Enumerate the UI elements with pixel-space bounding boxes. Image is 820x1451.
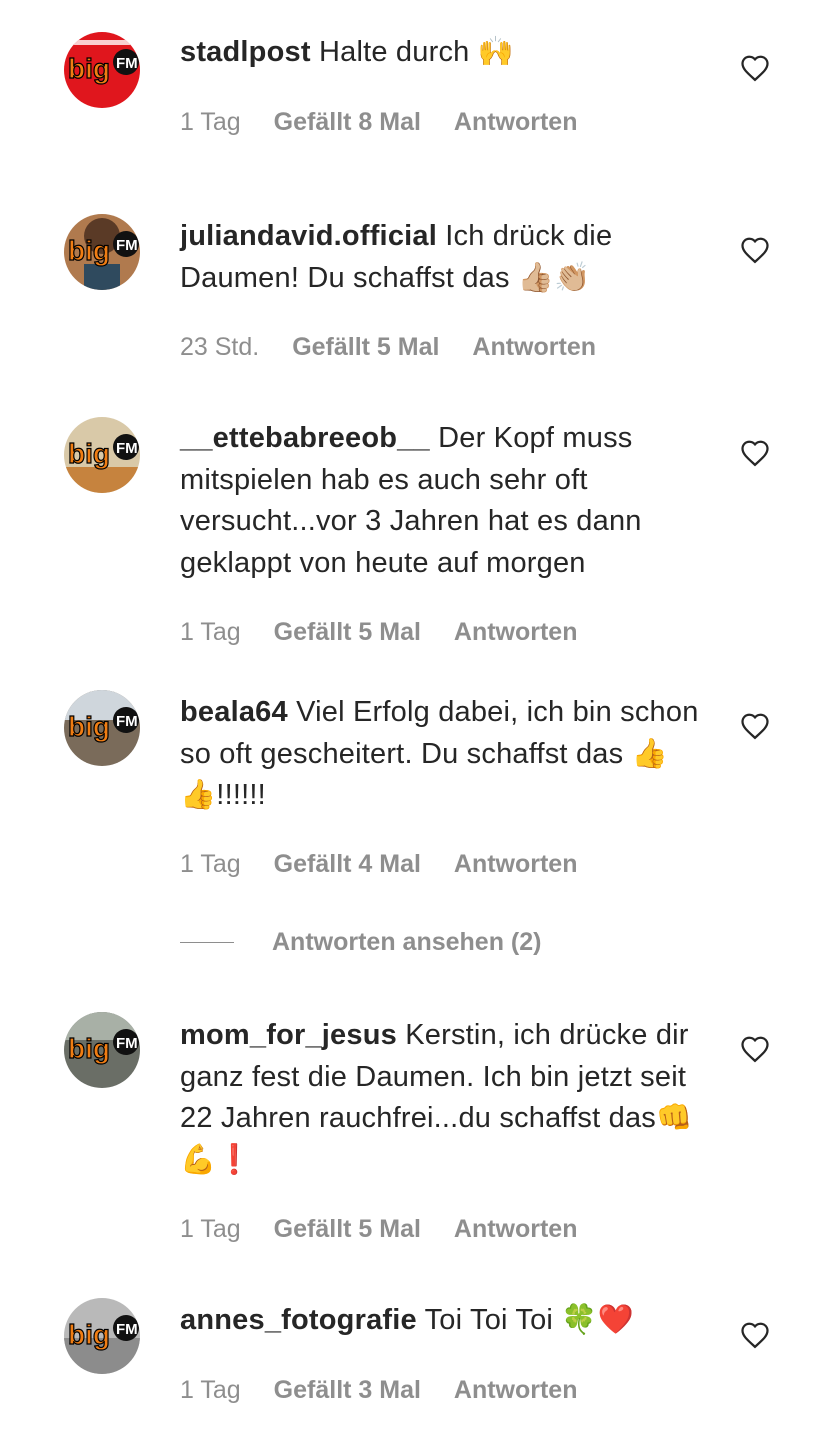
comment-meta: 1 Tag Gefällt 4 Mal Antworten (180, 850, 604, 879)
reply-button[interactable]: Antworten (454, 618, 578, 647)
comment-text: beala64 Viel Erfolg dabei, ich bin schon… (180, 692, 720, 817)
heart-icon[interactable] (740, 1321, 770, 1349)
view-replies-label: Antworten ansehen (2) (272, 927, 542, 956)
comment-likes[interactable]: Gefällt 5 Mal (274, 1215, 421, 1244)
comment-text: annes_fotografie Toi Toi Toi 🍀❤️ (180, 1300, 720, 1342)
avatar[interactable]: big FM (64, 214, 140, 290)
comment-meta: 1 Tag Gefällt 3 Mal Antworten (180, 1376, 604, 1405)
avatar[interactable]: big FM (64, 690, 140, 766)
comment-meta: 23 Std. Gefällt 5 Mal Antworten (180, 333, 622, 362)
comment-meta: 1 Tag Gefällt 5 Mal Antworten (180, 618, 604, 647)
reply-button[interactable]: Antworten (472, 333, 596, 362)
comment-text: stadlpost Halte durch 🙌 (180, 32, 720, 74)
svg-text:big: big (68, 438, 110, 469)
comment-username[interactable]: stadlpost (180, 36, 311, 68)
svg-text:FM: FM (116, 713, 138, 730)
svg-text:big: big (68, 1033, 110, 1064)
svg-text:FM: FM (116, 440, 138, 457)
heart-icon[interactable] (740, 439, 770, 467)
svg-text:big: big (68, 711, 110, 742)
divider (180, 941, 234, 943)
svg-text:FM: FM (116, 237, 138, 254)
avatar[interactable]: big FM (64, 1012, 140, 1088)
comment-likes[interactable]: Gefällt 8 Mal (274, 108, 421, 137)
view-replies-button[interactable]: Antworten ansehen (2) (180, 922, 541, 962)
reply-button[interactable]: Antworten (454, 108, 578, 137)
comment-timestamp[interactable]: 1 Tag (180, 618, 241, 647)
comment-message: Halte durch 🙌 (318, 36, 515, 68)
svg-text:big: big (68, 1319, 110, 1350)
comment-text: juliandavid.official Ich drück die Daume… (180, 216, 720, 299)
reply-button[interactable]: Antworten (454, 850, 578, 879)
comment-timestamp[interactable]: 1 Tag (180, 1376, 241, 1405)
comment-username[interactable]: __ettebabreeob__ (180, 422, 430, 454)
comment-meta: 1 Tag Gefällt 5 Mal Antworten (180, 1215, 604, 1244)
avatar[interactable]: big FM (64, 417, 140, 493)
comment-username[interactable]: juliandavid.official (180, 220, 437, 252)
heart-icon[interactable] (740, 54, 770, 82)
comment-timestamp[interactable]: 1 Tag (180, 108, 241, 137)
heart-icon[interactable] (740, 236, 770, 264)
comment-timestamp[interactable]: 1 Tag (180, 850, 241, 879)
comment-text: mom_for_jesus Kerstin, ich drücke dir ga… (180, 1015, 720, 1181)
comment-username[interactable]: beala64 (180, 696, 288, 728)
svg-text:FM: FM (116, 1321, 138, 1338)
svg-text:big: big (68, 53, 110, 84)
comment-username[interactable]: annes_fotografie (180, 1304, 417, 1336)
comment-timestamp[interactable]: 23 Std. (180, 333, 259, 362)
svg-text:big: big (68, 235, 110, 266)
svg-text:FM: FM (116, 1035, 138, 1052)
reply-button[interactable]: Antworten (454, 1376, 578, 1405)
comment-meta: 1 Tag Gefällt 8 Mal Antworten (180, 108, 604, 137)
heart-icon[interactable] (740, 712, 770, 740)
comment-timestamp[interactable]: 1 Tag (180, 1215, 241, 1244)
avatar[interactable]: big FM (64, 1298, 140, 1374)
avatar[interactable]: big FM (64, 32, 140, 108)
comment-text: __ettebabreeob__ Der Kopf muss mitspiele… (180, 418, 720, 584)
comment-likes[interactable]: Gefällt 5 Mal (292, 333, 439, 362)
heart-icon[interactable] (740, 1035, 770, 1063)
comment-likes[interactable]: Gefällt 4 Mal (274, 850, 421, 879)
comment-username[interactable]: mom_for_jesus (180, 1019, 397, 1051)
reply-button[interactable]: Antworten (454, 1215, 578, 1244)
comment-likes[interactable]: Gefällt 5 Mal (274, 618, 421, 647)
comment-message: Toi Toi Toi 🍀❤️ (424, 1304, 634, 1336)
svg-text:FM: FM (116, 55, 138, 72)
comment-likes[interactable]: Gefällt 3 Mal (274, 1376, 421, 1405)
